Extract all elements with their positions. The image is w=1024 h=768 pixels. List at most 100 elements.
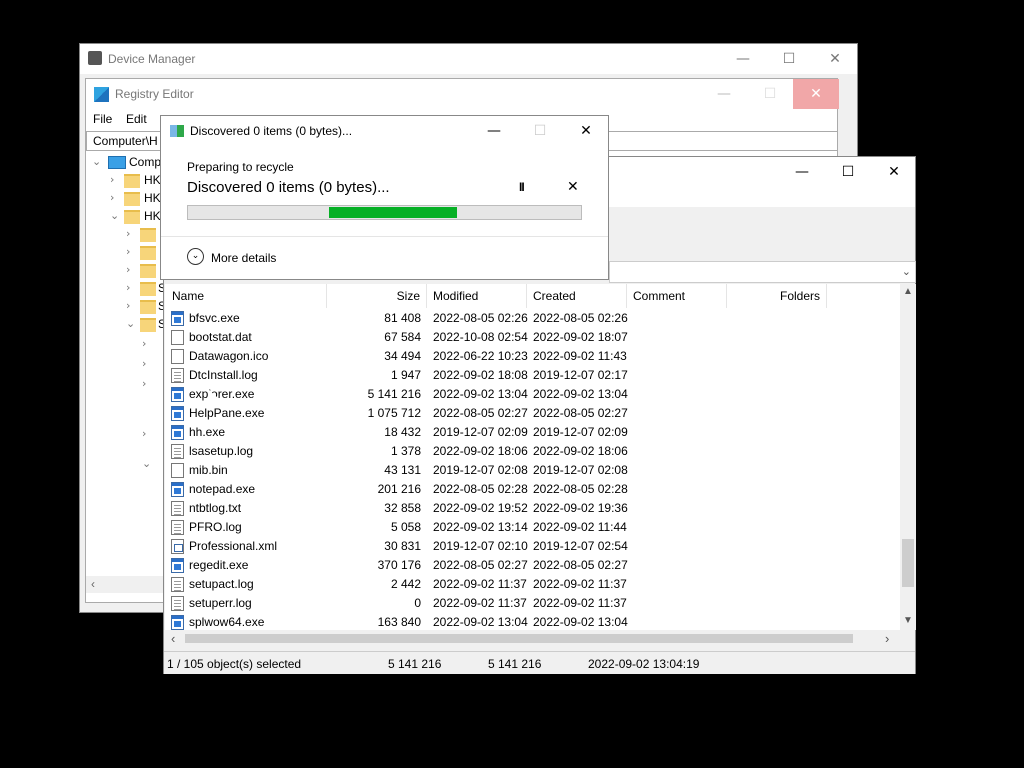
table-row[interactable]: bfsvc.exe 81 408 2022-08-05 02:26 2022-08-0… [165,309,900,328]
column-header-name[interactable]: Name [165,284,327,308]
table-row[interactable]: bootstat.dat 67 584 2022-10-08 02:54 2022-0… [165,328,900,347]
scroll-right-icon[interactable]: › [885,631,889,646]
scroll-left-icon[interactable]: ‹ [171,631,175,646]
document-file-icon [171,349,184,364]
cell-created: 2019-12-07 02:08 [533,463,628,477]
scroll-down-icon[interactable]: ▼ [903,615,913,626]
chevron-right-icon[interactable]: › [126,245,130,258]
registry-editor-minimize-button[interactable]: — [701,79,747,109]
table-row[interactable]: PFRO.log 5 058 2022-09-02 13:14 2022-09-02 … [165,518,900,537]
scroll-thumb[interactable] [902,539,914,587]
folder-icon [140,228,156,242]
table-row[interactable]: notepad.exe 201 216 2022-08-05 02:28 2022-0… [165,480,900,499]
dialog-minimize-button[interactable]: — [471,116,517,146]
table-row[interactable]: DtcInstall.log 1 947 2022-09-02 18:08 2019-… [165,366,900,385]
cancel-button[interactable]: ✕ [567,179,579,195]
dialog-titlebar[interactable]: Discovered 0 items (0 bytes)... — ☐ ✕ [161,116,608,146]
table-row[interactable]: lsasetup.log 1 378 2022-09-02 18:06 2022-09… [165,442,900,461]
column-header-modified[interactable]: Modified [427,284,527,308]
cell-size: 1 075 712 [367,406,421,420]
pause-button[interactable]: II [519,180,525,194]
device-manager-minimize-button[interactable]: — [720,44,766,74]
more-details-link[interactable]: More details [211,251,276,265]
chevron-right-icon[interactable]: › [110,191,114,204]
cell-modified: 2022-09-02 19:52 [433,501,528,515]
table-row[interactable]: ntbtlog.txt 32 858 2022-09-02 19:52 2022-09… [165,499,900,518]
cell-name: ntbtlog.txt [189,501,242,515]
cell-modified: 2019-12-07 02:10 [433,539,528,553]
chevron-right-icon[interactable]: › [142,377,146,390]
cell-size: 81 408 [384,311,421,325]
tree-label: Comp [129,155,162,169]
table-row[interactable]: mib.bin 43 131 2019-12-07 02:08 2019-12-07 … [165,461,900,480]
registry-vscroll[interactable] [838,129,855,159]
chevron-right-icon[interactable]: › [126,299,130,312]
cell-name: PFRO.log [189,520,242,534]
menu-file[interactable]: File [93,112,112,126]
dialog-maximize-button[interactable]: ☐ [517,116,563,146]
device-manager-close-button[interactable]: ✕ [812,44,858,74]
cell-created: 2019-12-07 02:09 [533,425,628,439]
recycle-progress-dialog[interactable]: Discovered 0 items (0 bytes)... — ☐ ✕ Pr… [160,115,609,280]
table-row[interactable]: regedit.exe 370 176 2022-08-05 02:27 2022-0… [165,556,900,575]
registry-hscroll[interactable]: ‹ [86,576,164,593]
table-row[interactable]: explorer.exe 5 141 216 2022-09-02 13:04 202… [165,385,900,404]
registry-editor-titlebar[interactable]: Registry Editor — ☐ ✕ [86,79,839,109]
horizontal-scrollbar[interactable]: ‹ › [165,630,900,647]
dialog-close-button[interactable]: ✕ [563,116,609,146]
registry-editor-maximize-button[interactable]: ☐ [747,79,793,109]
table-row[interactable]: setuperr.log 0 2022-09-02 11:37 2022-09-02 … [165,594,900,613]
column-header-size[interactable]: Size [327,284,427,308]
registry-editor-icon [94,87,109,102]
chevron-right-icon[interactable]: › [142,337,146,350]
file-list[interactable]: Name Size Modified Created Comment Folde… [165,284,900,630]
file-list-close-button[interactable]: ✕ [871,157,917,187]
table-row[interactable]: HelpPane.exe 1 075 712 2022-08-05 02:27 202… [165,404,900,423]
chevron-right-icon[interactable]: › [142,357,146,370]
path-dropdown[interactable]: ⌄ [609,261,916,283]
cell-created: 2022-09-02 18:06 [533,444,628,458]
cell-name: Datawagon.ico [189,349,269,363]
folder-icon [124,174,140,188]
table-row[interactable]: setupact.log 2 442 2022-09-02 11:37 2022-09… [165,575,900,594]
column-header-comment[interactable]: Comment [627,284,727,308]
file-list-maximize-button[interactable]: ☐ [825,157,871,187]
chevron-down-icon[interactable]: ⌄ [92,155,101,168]
chevron-right-icon[interactable]: › [126,227,130,240]
document-file-icon [171,539,184,554]
column-header-created[interactable]: Created [527,284,627,308]
table-row[interactable]: Professional.xml 30 831 2019-12-07 02:10 20… [165,537,900,556]
vertical-scrollbar[interactable]: ▲ ▼ [900,284,916,630]
column-header-folders[interactable]: Folders [727,284,827,308]
cell-created: 2022-09-02 11:37 [533,596,627,610]
chevron-down-icon[interactable]: ⌄ [110,209,119,222]
scroll-up-icon[interactable]: ▲ [903,286,913,297]
menu-edit[interactable]: Edit [126,112,147,126]
cell-created: 2022-08-05 02:26 [533,311,628,325]
device-manager-titlebar[interactable]: Device Manager — ☐ ✕ [80,44,857,74]
cell-size: 67 584 [384,330,421,344]
scroll-left-icon[interactable]: ‹ [91,577,95,591]
table-row[interactable]: Datawagon.ico 34 494 2022-06-22 10:23 2022-… [165,347,900,366]
chevron-right-icon[interactable]: › [142,427,146,440]
table-row[interactable]: hh.exe 18 432 2019-12-07 02:09 2019-12-07 0… [165,423,900,442]
chevron-down-icon[interactable]: ⌄ [902,265,911,278]
document-file-icon [171,330,184,345]
hscroll-thumb[interactable] [185,634,853,643]
cell-created: 2022-08-05 02:27 [533,558,628,572]
chevron-down-icon[interactable]: ⌄ [142,457,151,470]
folder-icon [124,192,140,206]
cell-size: 0 [414,596,421,610]
chevron-right-icon[interactable]: › [126,263,130,276]
device-manager-maximize-button[interactable]: ☐ [766,44,812,74]
cell-modified: 2022-09-02 11:37 [433,596,527,610]
cell-size: 370 176 [377,558,421,572]
chevron-right-icon[interactable]: › [126,281,130,294]
registry-editor-close-button[interactable]: ✕ [793,79,839,109]
file-list-minimize-button[interactable]: — [779,157,825,187]
chevron-right-icon[interactable]: › [110,173,114,186]
cell-modified: 2022-09-02 11:37 [433,577,527,591]
expand-chevron-icon[interactable]: ⌄ [187,248,204,265]
cell-size: 43 131 [384,463,421,477]
chevron-down-icon[interactable]: ⌄ [126,317,135,330]
